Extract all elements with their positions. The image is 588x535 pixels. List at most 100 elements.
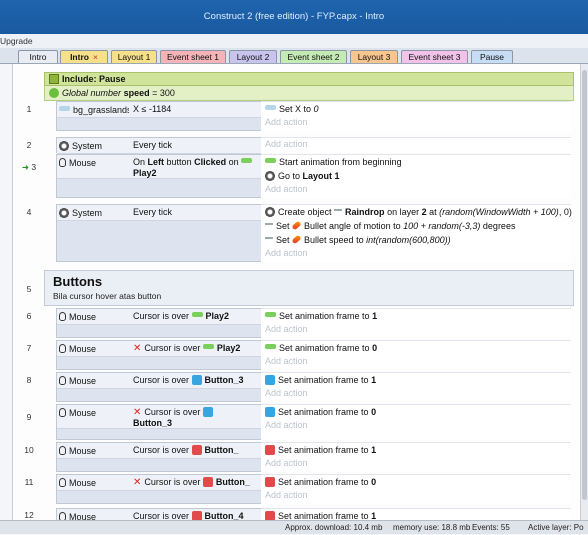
event-number: 4 [26, 207, 32, 217]
condition-block[interactable]: System Every tick [56, 137, 262, 154]
status-events: Events: 55 [472, 523, 510, 532]
button-sprite-icon [241, 158, 253, 164]
button-sprite-icon [265, 344, 276, 350]
button-icon [191, 444, 202, 455]
button-icon [202, 476, 213, 487]
button-icon [265, 510, 275, 520]
add-action-link[interactable]: Add action [261, 138, 571, 151]
window-title-bar: Construct 2 (free edition) - FYP.capx - … [0, 0, 588, 34]
condition-block[interactable]: Mouse Cursor is over Button_ [56, 442, 262, 472]
upgrade-menu[interactable]: Upgrade [0, 36, 33, 46]
action-set-bullet-speed[interactable]: Set Bullet speed to int(random(600,800)) [261, 233, 571, 247]
condition-block[interactable]: Mouse ✕ Cursor is over Button_ [56, 474, 262, 504]
condition-block[interactable]: Mouse Cursor is over Play2 [56, 308, 262, 338]
actions-block[interactable]: Add action [261, 137, 571, 153]
add-action-link[interactable]: Add action [261, 387, 571, 400]
close-tab-icon[interactable]: × [93, 52, 98, 62]
add-action-link[interactable]: Add action [261, 419, 571, 432]
inverted-condition-icon: ✕ [133, 343, 142, 354]
raindrop-icon [334, 208, 343, 211]
tab-pause[interactable]: Pause [471, 50, 513, 63]
action-go-to-layout[interactable]: Go to Layout 1 [261, 169, 571, 183]
button-3-icon [265, 374, 275, 385]
add-action-link[interactable]: Add action [261, 323, 571, 336]
button-sprite-icon [265, 158, 276, 164]
actions-block[interactable]: Set animation frame to 1 Add action [261, 372, 571, 402]
button-icon [265, 444, 275, 455]
event-number: 1 [26, 104, 32, 114]
actions-block[interactable]: Set X to 0 Add action [261, 101, 571, 131]
add-action-link[interactable]: Add action [261, 489, 571, 502]
tab-event-sheet-1[interactable]: Event sheet 1 [160, 50, 226, 63]
mouse-icon [59, 512, 66, 520]
button-sprite-icon [202, 344, 214, 350]
action-set-frame[interactable]: Set animation frame to 0 [261, 341, 571, 355]
actions-block[interactable]: Create object Raindrop on layer 2 at (ra… [261, 204, 572, 262]
vertical-scrollbar[interactable] [580, 64, 588, 520]
event-number: 11 [24, 477, 34, 487]
bullet-behavior-icon [291, 220, 302, 231]
action-start-animation[interactable]: Start animation from beginning [261, 155, 571, 169]
condition-block[interactable]: Mouse On Left button Clicked on Play2 [56, 154, 262, 198]
action-set-frame[interactable]: Set animation frame to 1 [261, 309, 571, 323]
event-number: 9 [26, 412, 32, 422]
action-create-object[interactable]: Create object Raindrop on layer 2 at (ra… [261, 205, 572, 219]
add-action-link[interactable]: Add action [261, 355, 571, 368]
condition-block[interactable]: Mouse Cursor is over Button_3 [56, 372, 262, 402]
action-set-frame[interactable]: Set animation frame to 1 [261, 509, 571, 520]
condition-block[interactable]: Mouse ✕ Cursor is over Button_3 [56, 404, 262, 440]
action-set-frame[interactable]: Set animation frame to 0 [261, 405, 571, 419]
tab-layout-2[interactable]: Layout 2 [229, 50, 277, 63]
action-set-frame[interactable]: Set animation frame to 1 [261, 373, 571, 387]
include-row[interactable]: Include: Pause [44, 72, 574, 86]
add-action-link[interactable]: Add action [261, 457, 571, 470]
action-set-frame[interactable]: Set animation frame to 0 [261, 475, 571, 489]
actions-block[interactable]: Set animation frame to 1 Add action [261, 442, 571, 472]
tab-event-sheet-2[interactable]: Event sheet 2 [280, 50, 347, 63]
tab-strip: Intro Intro × Layout 1 Event sheet 1 Layo… [0, 48, 588, 64]
actions-block[interactable]: Start animation from beginning Go to Lay… [261, 154, 571, 198]
action-set-frame[interactable]: Set animation frame to 1 [261, 443, 571, 457]
tab-intro-project[interactable]: Intro [18, 50, 58, 63]
condition-block[interactable]: Mouse Cursor is over Button_4 [56, 508, 262, 520]
add-action-link[interactable]: Add action [261, 247, 571, 260]
add-action-link[interactable]: Add action [261, 183, 571, 196]
button-icon [191, 510, 202, 520]
condition-block[interactable]: System Every tick [56, 204, 262, 262]
add-action-link[interactable]: Add action [261, 116, 571, 129]
button-3-icon [265, 406, 275, 417]
actions-block[interactable]: Set animation frame to 0 Add action [261, 404, 571, 440]
group-description: Bila cursor hover atas button [53, 291, 162, 301]
action-set-x[interactable]: Set X to 0 [261, 102, 571, 116]
scrollbar-thumb[interactable] [582, 70, 587, 500]
group-title: Buttons [53, 274, 103, 289]
event-sheet[interactable]: Include: Pause Global number speed = 300… [12, 64, 583, 520]
mouse-icon [59, 376, 66, 386]
include-icon [49, 73, 59, 84]
global-variable-icon [49, 87, 59, 98]
action-set-bullet-angle[interactable]: Set Bullet angle of motion to 100 + rand… [261, 219, 571, 233]
sprite-icon [59, 106, 70, 112]
button-3-icon [202, 406, 213, 417]
condition-block[interactable]: Mouse ✕ Cursor is over Play2 [56, 340, 262, 370]
event-number: ➜ 3 [21, 162, 37, 172]
global-variable-row[interactable]: Global number speed = 300 [44, 86, 574, 101]
actions-block[interactable]: Set animation frame to 0 Add action [261, 474, 571, 504]
mouse-icon [59, 408, 66, 418]
actions-block[interactable]: Set animation frame to 0 Add action [261, 340, 571, 370]
event-number: 2 [26, 140, 32, 150]
group-block[interactable]: Buttons Bila cursor hover atas button [44, 270, 574, 306]
menu-bar: Upgrade [0, 34, 588, 48]
tab-layout-3[interactable]: Layout 3 [350, 50, 398, 63]
status-memory: memory use: 18.8 mb [393, 523, 471, 532]
tab-intro-active[interactable]: Intro × [60, 50, 108, 63]
tab-event-sheet-3[interactable]: Event sheet 3 [401, 50, 468, 63]
actions-block[interactable]: Set animation frame to 1 [261, 508, 571, 520]
button-sprite-icon [265, 312, 276, 318]
tab-layout-1[interactable]: Layout 1 [111, 50, 157, 63]
actions-block[interactable]: Set animation frame to 1 Add action [261, 308, 571, 338]
button-icon [265, 476, 275, 487]
condition-block[interactable]: bg_grasslands X ≤ -1184 [56, 101, 262, 131]
inverted-condition-icon: ✕ [133, 477, 142, 488]
mouse-icon [59, 312, 66, 322]
